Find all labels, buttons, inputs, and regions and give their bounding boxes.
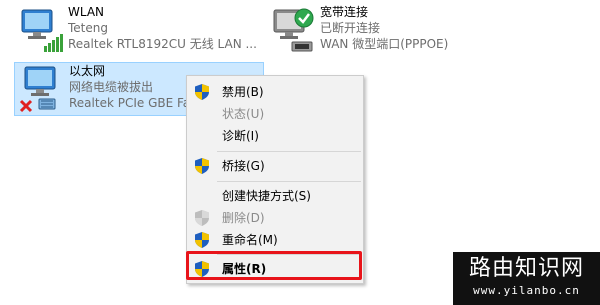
watermark: 路由知识网 www.yilanbo.cn <box>453 252 600 305</box>
menu-item-label: 禁用(B) <box>222 85 264 99</box>
menu-item-rename[interactable]: 重命名(M) <box>187 229 363 251</box>
adapter-name: WLAN <box>68 5 105 19</box>
ethernet-disconnected-icon <box>19 66 56 113</box>
menu-item-label: 删除(D) <box>222 211 265 225</box>
menu-item-delete[interactable]: 删除(D) <box>187 207 363 229</box>
adapter-wlan[interactable]: WLAN Teteng Realtek RTL8192CU 无线 LAN ... <box>14 4 264 58</box>
menu-item-create-shortcut[interactable]: 创建快捷方式(S) <box>187 185 363 207</box>
menu-item-label: 诊断(I) <box>222 129 259 143</box>
menu-item-label: 桥接(G) <box>222 159 265 173</box>
adapter-status: 已断开连接 <box>320 21 381 35</box>
watermark-url: www.yilanbo.cn <box>473 284 580 297</box>
uac-shield-icon <box>195 232 209 248</box>
adapter-broadband[interactable]: 宽带连接 已断开连接 WAN 微型端口(PPPOE) <box>266 4 466 58</box>
menu-separator <box>217 151 361 152</box>
menu-separator <box>217 181 361 182</box>
menu-item-disable[interactable]: 禁用(B) <box>187 81 363 103</box>
uac-shield-icon <box>195 158 209 174</box>
menu-item-diagnose[interactable]: 诊断(I) <box>187 125 363 147</box>
menu-item-label: 创建快捷方式(S) <box>222 189 311 203</box>
uac-shield-icon <box>195 84 209 100</box>
menu-item-label: 状态(U) <box>222 107 265 121</box>
adapter-device: WAN 微型端口(PPPOE) <box>320 37 449 51</box>
adapter-status: Teteng <box>68 21 108 35</box>
menu-item-label: 重命名(M) <box>222 233 278 247</box>
watermark-title: 路由知识网 <box>468 256 584 281</box>
broadband-connection-icon <box>273 8 314 52</box>
adapter-device: Realtek RTL8192CU 无线 LAN ... <box>68 37 257 51</box>
adapter-name: 宽带连接 <box>320 5 369 19</box>
properties-highlight-box <box>186 251 362 280</box>
wireless-network-icon <box>21 9 63 52</box>
uac-shield-icon <box>195 210 209 226</box>
menu-item-status[interactable]: 状态(U) <box>187 103 363 125</box>
menu-item-bridge[interactable]: 桥接(G) <box>187 155 363 177</box>
